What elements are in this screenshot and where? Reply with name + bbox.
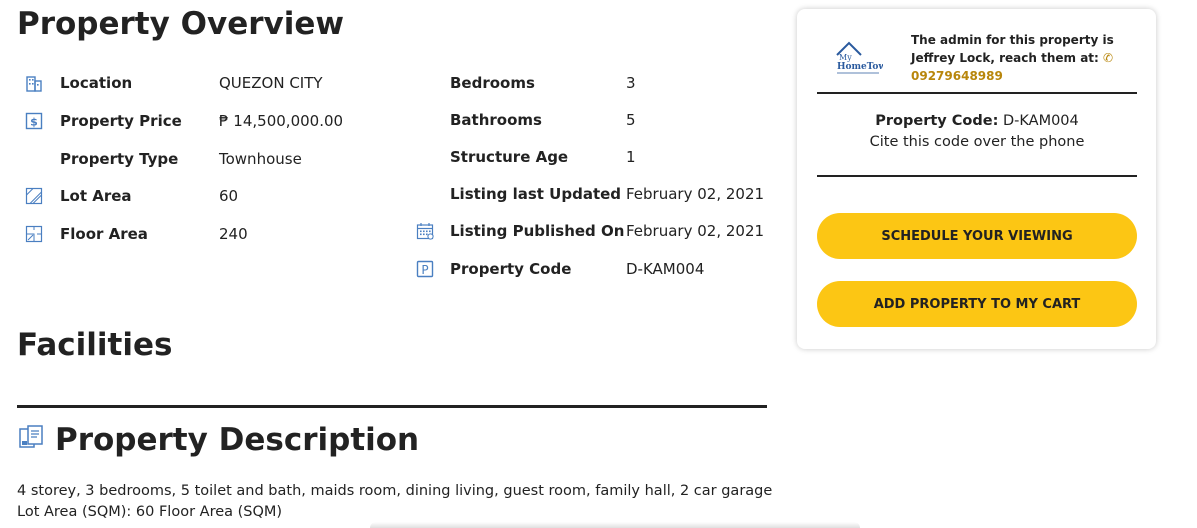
description-header: Property Description [17, 422, 419, 458]
detail-label: Property Type [60, 150, 179, 168]
detail-value: 60 [219, 187, 239, 205]
agency-logo: My HomeTown [833, 39, 893, 79]
detail-value: 5 [626, 111, 636, 129]
calendar-icon [415, 221, 435, 241]
detail-value: Townhouse [219, 150, 302, 168]
schedule-viewing-button[interactable]: SCHEDULE YOUR VIEWING [817, 213, 1137, 259]
price-tag-icon: $ [24, 111, 44, 131]
property-code-label: Property Code: [875, 113, 999, 129]
property-code-block: Property Code: D-KAM004 Cite this code o… [817, 111, 1137, 153]
card-divider-bottom [817, 175, 1137, 177]
floor-plan-icon [24, 224, 44, 244]
page-title: Property Overview [17, 6, 344, 42]
card-divider-top [817, 92, 1137, 94]
parking-icon: P [415, 259, 435, 279]
detail-value: 1 [626, 148, 636, 166]
floating-panel-edge [370, 522, 860, 528]
detail-label: Lot Area [60, 187, 132, 205]
description-heading: Property Description [55, 422, 420, 458]
detail-value: QUEZON CITY [219, 74, 323, 92]
detail-label: Structure Age [450, 148, 569, 166]
detail-label: Property Price [60, 112, 182, 130]
detail-value: 3 [626, 74, 636, 92]
detail-value: February 02, 2021 [626, 222, 765, 240]
description-text: 4 storey, 3 bedrooms, 5 toilet and bath,… [17, 483, 773, 520]
property-code-hint: Cite this code over the phone [869, 134, 1085, 150]
section-divider [17, 405, 767, 408]
detail-label: Listing last Updated [450, 185, 622, 203]
phone-icon: ✆ [1103, 51, 1114, 65]
detail-value: February 02, 2021 [626, 185, 765, 203]
facilities-heading: Facilities [17, 327, 173, 363]
svg-text:HomeTown: HomeTown [837, 62, 883, 72]
detail-value: ₱ 14,500,000.00 [219, 112, 344, 130]
property-code-value: D-KAM004 [1003, 113, 1079, 129]
admin-message: The admin for this property is Jeffrey L… [911, 33, 1114, 65]
detail-label: Listing Published On [450, 222, 625, 240]
detail-label: Bedrooms [450, 74, 535, 92]
svg-text:My: My [839, 53, 852, 62]
svg-text:P: P [421, 263, 428, 277]
detail-value: D-KAM004 [626, 260, 705, 278]
detail-label: Floor Area [60, 225, 148, 243]
lot-map-icon [24, 186, 44, 206]
detail-label: Bathrooms [450, 111, 542, 129]
svg-text:$: $ [30, 116, 38, 129]
building-icon [24, 73, 44, 93]
description-icon [17, 423, 47, 457]
detail-value: 240 [219, 225, 248, 243]
admin-phone-link[interactable]: 09279648989 [911, 69, 1003, 83]
detail-label: Property Code [450, 260, 572, 278]
contact-card: My HomeTown The admin for this property … [797, 9, 1156, 349]
admin-contact-text: The admin for this property is Jeffrey L… [911, 31, 1141, 85]
add-to-cart-button[interactable]: ADD PROPERTY TO MY CART [817, 281, 1137, 327]
detail-label: Location [60, 74, 133, 92]
